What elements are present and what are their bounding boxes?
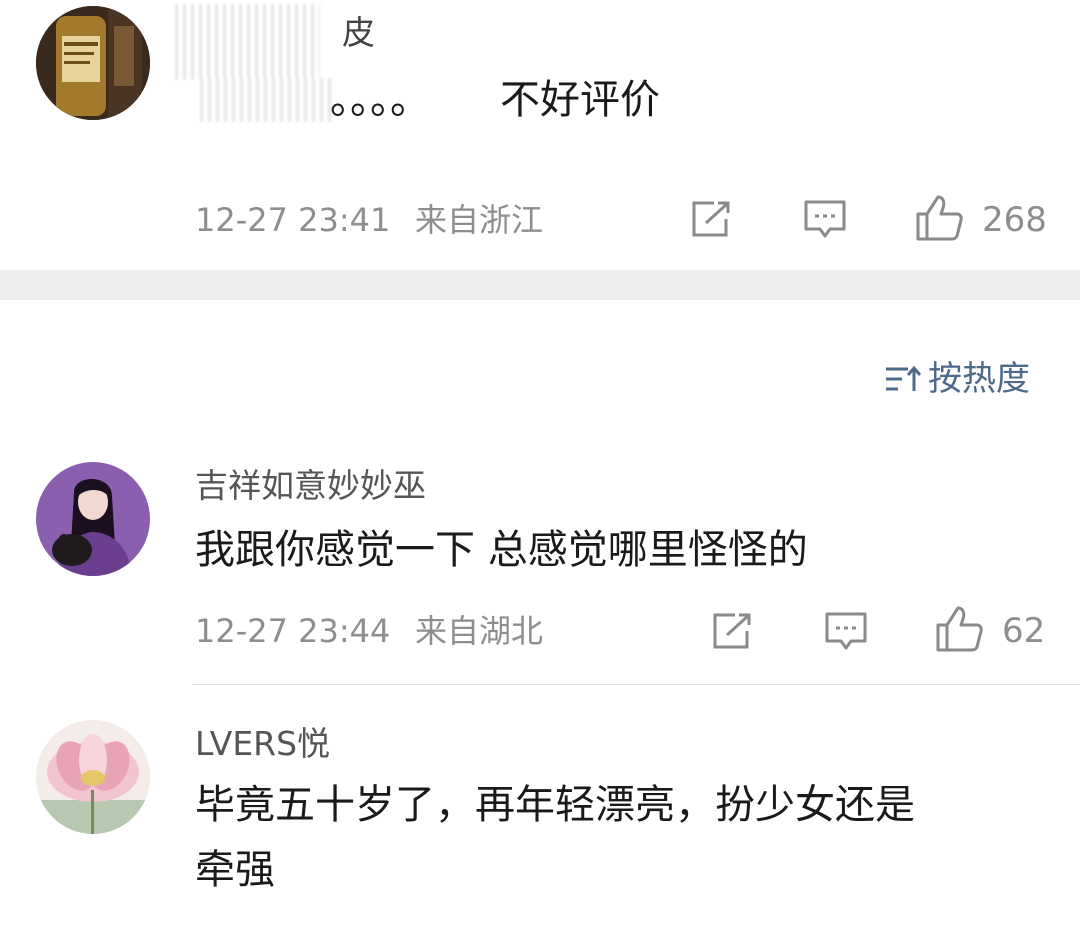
thumbs-up-icon[interactable] [914, 194, 964, 242]
sort-by-hot-button[interactable]: 按热度 [884, 362, 1030, 396]
comment-text: 我跟你感觉一下 总感觉哪里怪怪的 [195, 527, 808, 573]
sort-icon [886, 365, 922, 391]
comment-time: 12-27 23:41 [195, 201, 391, 239]
avatar[interactable] [36, 6, 150, 120]
share-icon[interactable] [711, 611, 755, 651]
avatar-image [36, 720, 150, 834]
comment-icon[interactable] [803, 199, 847, 241]
avatar[interactable] [36, 720, 150, 834]
like-count: 62 [1002, 611, 1046, 651]
comment-text-line-1: 毕竟五十岁了，再年轻漂亮，扮少女还是 [195, 782, 915, 828]
avatar[interactable] [36, 462, 150, 576]
comment-obscured-punctuation: 。。。。 [330, 77, 430, 123]
avatar-image [36, 462, 150, 576]
obscured-text-mask [195, 78, 335, 122]
comment-username[interactable]: LVERS悦 [195, 727, 330, 760]
comment-icon[interactable] [824, 611, 868, 653]
comment-text: 不好评价 [500, 77, 660, 123]
sort-label: 按热度 [928, 359, 1030, 399]
comment-username[interactable]: 吉祥如意妙妙巫 [195, 469, 426, 502]
comment-time: 12-27 23:44 [195, 612, 391, 650]
comment-location: 来自浙江 [415, 201, 544, 239]
comment-username[interactable]: 皮 [342, 16, 375, 49]
avatar-image [36, 6, 150, 120]
row-divider [192, 684, 1080, 685]
like-count: 268 [982, 200, 1047, 240]
thumbs-up-icon[interactable] [934, 605, 984, 653]
comment-text-line-2: 牵强 [195, 847, 275, 893]
obscured-username-mask [170, 4, 320, 80]
comment-location: 来自湖北 [415, 612, 544, 650]
section-divider [0, 270, 1080, 300]
share-icon[interactable] [690, 199, 734, 239]
